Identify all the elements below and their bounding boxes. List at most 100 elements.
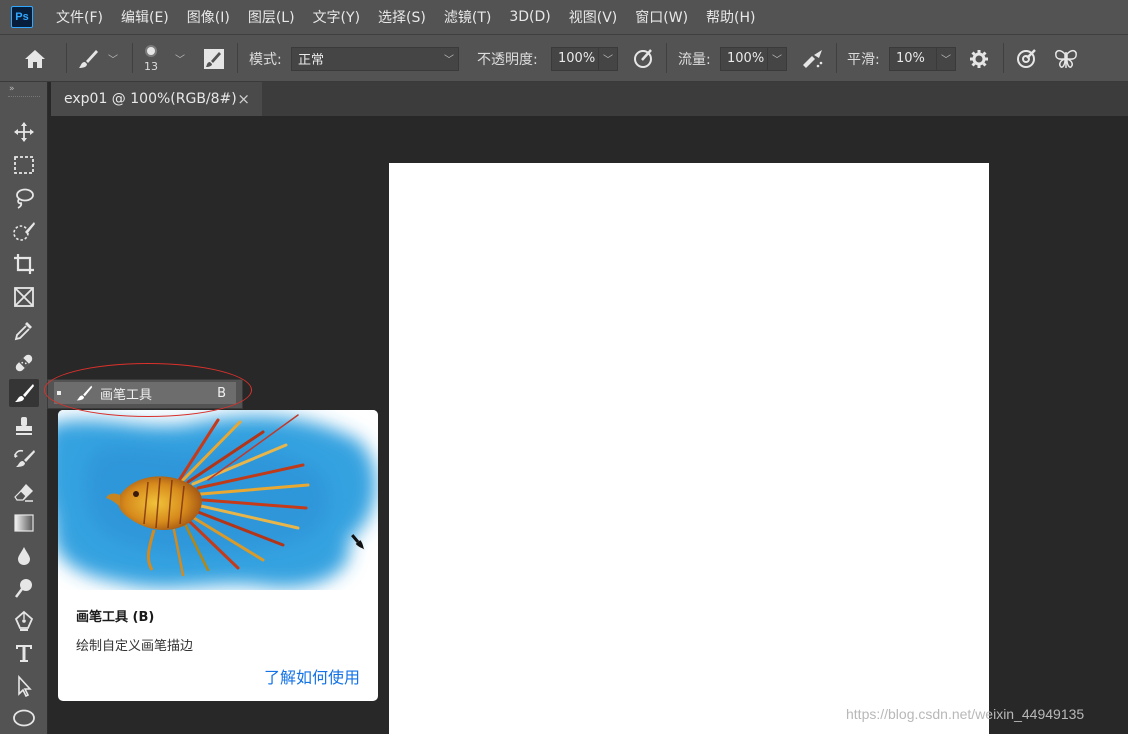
watermark-text: https://blog.csdn.net/weixin_44949135 bbox=[846, 706, 1085, 722]
menu-view[interactable]: 视图(V) bbox=[560, 7, 627, 27]
move-tool[interactable] bbox=[9, 118, 39, 146]
mode-label: 模式: bbox=[249, 51, 282, 68]
pen-tool[interactable] bbox=[9, 607, 39, 635]
crop-tool[interactable] bbox=[9, 250, 39, 278]
brush-icon bbox=[15, 384, 34, 402]
panel-grip[interactable] bbox=[8, 96, 40, 99]
menu-help[interactable]: 帮助(H) bbox=[697, 7, 764, 27]
menu-edit[interactable]: 编辑(E) bbox=[112, 7, 178, 27]
marquee-icon bbox=[14, 156, 34, 174]
clone-stamp-tool[interactable] bbox=[9, 412, 39, 440]
eraser-icon bbox=[14, 484, 33, 502]
flow-value: 100% bbox=[727, 51, 765, 66]
tool-preset-picker[interactable]: ﹀ bbox=[76, 35, 118, 82]
opacity-label: 不透明度: bbox=[477, 51, 538, 68]
menu-3d[interactable]: 3D(D) bbox=[500, 9, 559, 25]
menu-layer[interactable]: 图层(L) bbox=[239, 7, 304, 27]
opacity-input[interactable]: 100% ﹀ bbox=[551, 46, 618, 71]
chevron-down-icon[interactable]: ﹀ bbox=[175, 35, 185, 82]
document-tab-bar: exp01 @ 100%(RGB/8#) × bbox=[51, 82, 1128, 116]
tool-tooltip: 画笔工具 (B) 绘制自定义画笔描边 了解如何使用 bbox=[58, 410, 378, 701]
mode-value: 正常 bbox=[298, 53, 325, 68]
arrow-pointer-icon bbox=[18, 675, 32, 697]
brush-tool[interactable] bbox=[9, 379, 39, 407]
tooltip-description: 绘制自定义画笔描边 bbox=[76, 639, 194, 654]
smoothing-options-button[interactable] bbox=[968, 35, 990, 82]
menu-type[interactable]: 文字(Y) bbox=[304, 7, 369, 27]
mode-select[interactable]: 正常 ﹀ bbox=[291, 46, 459, 71]
lasso-icon bbox=[16, 188, 34, 209]
close-icon[interactable]: × bbox=[237, 90, 250, 108]
flow-label: 流量: bbox=[678, 51, 711, 68]
menu-image[interactable]: 图像(I) bbox=[178, 7, 239, 27]
gradient-tool[interactable] bbox=[9, 509, 39, 537]
brush-settings-icon bbox=[204, 48, 224, 69]
chevron-down-icon[interactable]: ﹀ bbox=[936, 47, 955, 70]
chevron-down-icon[interactable]: ﹀ bbox=[767, 47, 786, 70]
flow-input[interactable]: 100% ﹀ bbox=[720, 46, 787, 71]
bandage-icon bbox=[15, 354, 33, 372]
symmetry-button[interactable] bbox=[1053, 35, 1079, 82]
healing-brush-tool[interactable] bbox=[9, 349, 39, 377]
ellipse-tool[interactable] bbox=[9, 704, 39, 732]
menu-select[interactable]: 选择(S) bbox=[369, 7, 435, 27]
learn-how-link[interactable]: 了解如何使用 bbox=[264, 664, 360, 688]
eyedropper-tool[interactable] bbox=[9, 316, 39, 344]
stamp-icon bbox=[16, 417, 32, 435]
dodge-tool[interactable] bbox=[9, 574, 39, 602]
blur-tool[interactable] bbox=[9, 542, 39, 570]
gradient-icon bbox=[14, 514, 34, 532]
history-brush-tool[interactable] bbox=[9, 445, 39, 473]
flyout-item-brush-tool[interactable]: 画笔工具 B bbox=[54, 382, 236, 404]
document-canvas[interactable] bbox=[389, 163, 989, 734]
eraser-tool[interactable] bbox=[9, 478, 39, 506]
ellipse-icon bbox=[13, 709, 35, 727]
chevron-down-icon[interactable]: ﹀ bbox=[598, 47, 617, 70]
quick-selection-tool[interactable] bbox=[9, 217, 39, 245]
eyedropper-icon bbox=[14, 322, 32, 341]
brush-tool-flyout: 画笔工具 B bbox=[47, 379, 243, 409]
smooth-input[interactable]: 10% ﹀ bbox=[889, 46, 956, 71]
butterfly-icon bbox=[1055, 49, 1077, 68]
dodge-icon bbox=[15, 579, 32, 598]
move-icon bbox=[14, 122, 34, 142]
home-button[interactable] bbox=[22, 35, 48, 82]
frame-icon bbox=[14, 287, 34, 307]
menu-filter[interactable]: 滤镜(T) bbox=[435, 7, 500, 27]
airbrush-button[interactable] bbox=[800, 35, 826, 82]
type-tool[interactable] bbox=[9, 639, 39, 667]
pressure-size-button[interactable] bbox=[1014, 35, 1038, 82]
brush-settings-button[interactable] bbox=[202, 35, 226, 82]
lionfish-preview-image bbox=[58, 410, 378, 590]
home-icon bbox=[25, 49, 45, 68]
lasso-tool[interactable] bbox=[9, 184, 39, 212]
gear-icon bbox=[970, 49, 988, 68]
chevron-down-icon: ﹀ bbox=[444, 55, 454, 66]
brush-tip-icon bbox=[145, 45, 157, 57]
pressure-size-icon bbox=[1017, 48, 1036, 68]
marquee-tool[interactable] bbox=[9, 151, 39, 179]
menu-bar: Ps 文件(F) 编辑(E) 图像(I) 图层(L) 文字(Y) 选择(S) 滤… bbox=[0, 0, 1128, 34]
document-tab[interactable]: exp01 @ 100%(RGB/8#) × bbox=[51, 82, 262, 116]
document-tab-title: exp01 @ 100%(RGB/8#) bbox=[64, 91, 237, 107]
brush-icon bbox=[79, 49, 98, 68]
frame-tool[interactable] bbox=[9, 283, 39, 311]
path-selection-tool[interactable] bbox=[9, 672, 39, 700]
brush-icon bbox=[76, 385, 93, 401]
pressure-opacity-button[interactable] bbox=[631, 35, 655, 82]
flyout-item-label: 画笔工具 bbox=[100, 387, 153, 403]
collapse-panel-icon[interactable]: » bbox=[9, 84, 15, 94]
brush-size-picker[interactable]: 13 bbox=[144, 35, 158, 82]
tooltip-title: 画笔工具 (B) bbox=[76, 610, 155, 625]
smooth-value: 10% bbox=[896, 51, 925, 66]
active-tool-indicator bbox=[57, 391, 61, 395]
menu-window[interactable]: 窗口(W) bbox=[626, 7, 697, 27]
photoshop-logo-icon: Ps bbox=[11, 6, 33, 28]
pen-icon bbox=[14, 610, 34, 631]
drop-icon bbox=[18, 547, 30, 565]
airbrush-icon bbox=[803, 49, 823, 68]
history-brush-icon bbox=[14, 449, 35, 467]
crop-icon bbox=[14, 254, 34, 274]
flyout-item-shortcut: B bbox=[217, 385, 226, 401]
menu-file[interactable]: 文件(F) bbox=[47, 7, 112, 27]
